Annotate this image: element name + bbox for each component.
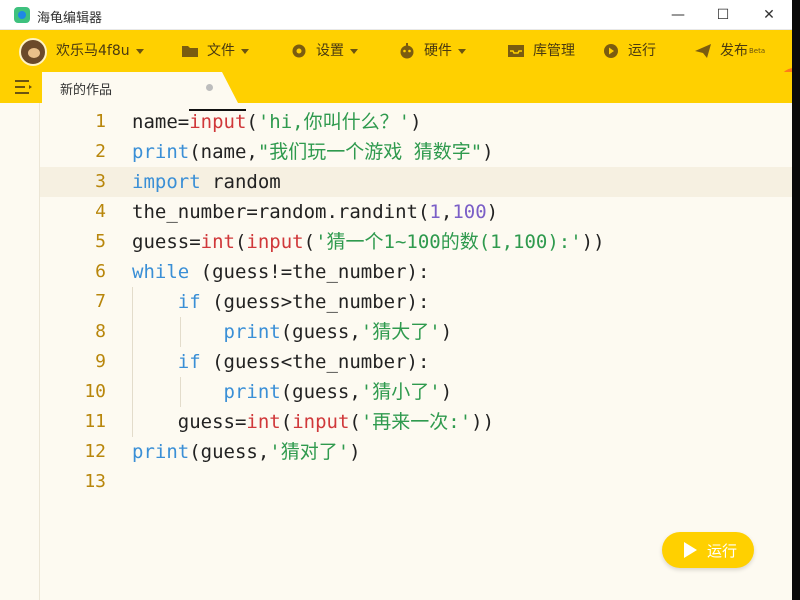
play-icon <box>684 542 697 558</box>
file-menu[interactable]: 文件 <box>181 30 249 72</box>
code-text: guess=int(input('再来一次:')) <box>177 411 495 433</box>
line-number: 1 <box>95 111 106 132</box>
line-number: 8 <box>95 321 106 342</box>
indent-guide <box>180 377 181 407</box>
code-text: print(name,"我们玩一个游戏 猜数字") <box>132 141 494 163</box>
code-line-current: 3 import random <box>40 167 792 197</box>
code-text: if (guess>the_number): <box>177 291 430 313</box>
library-menu-label: 库管理 <box>533 43 575 59</box>
code-line: 9 if (guess<the_number): <box>40 347 792 377</box>
window-right-edge <box>792 0 800 600</box>
window-titlebar: 海龟编辑器 — ☐ ✕ <box>0 0 800 30</box>
run-menu-label: 运行 <box>628 43 656 59</box>
code-editor[interactable]: 1 name=input('hi,你叫什么？') 2 print(name,"我… <box>40 103 792 600</box>
code-line: 12 print(guess,'猜对了') <box>40 437 792 467</box>
code-line: 7 if (guess>the_number): <box>40 287 792 317</box>
play-circle-icon <box>604 44 618 58</box>
robot-icon <box>400 43 414 59</box>
code-text: print(guess,'猜对了') <box>132 441 361 463</box>
line-number: 10 <box>84 381 106 402</box>
code-line: 6 while (guess!=the_number): <box>40 257 792 287</box>
hardware-menu[interactable]: 硬件 <box>398 30 466 72</box>
run-button-label: 运行 <box>707 542 738 560</box>
code-line: 11 guess=int(input('再来一次:')) <box>40 407 792 437</box>
settings-menu[interactable]: 设置 <box>290 30 358 72</box>
line-number: 12 <box>84 441 106 462</box>
publish-menu[interactable]: 发布Beta <box>694 30 765 72</box>
window-title: 海龟编辑器 <box>37 11 103 26</box>
tab-label: 新的作品 <box>60 83 113 98</box>
settings-menu-label: 设置 <box>316 43 344 59</box>
maximize-button[interactable]: ☐ <box>700 0 746 30</box>
code-line: 2 print(name,"我们玩一个游戏 猜数字") <box>40 137 792 167</box>
code-text: import random <box>132 171 281 193</box>
avatar[interactable] <box>19 38 47 66</box>
close-button[interactable]: ✕ <box>746 0 792 30</box>
line-number: 2 <box>95 141 106 162</box>
code-line: 1 name=input('hi,你叫什么？') <box>40 107 792 137</box>
code-line: 5 guess=int(input('猜一个1~100的数(1,100):')) <box>40 227 792 257</box>
user-menu[interactable]: 欢乐马4f8u <box>56 30 144 72</box>
line-number: 7 <box>95 291 106 312</box>
paper-plane-icon <box>695 44 711 58</box>
line-number: 4 <box>95 201 106 222</box>
beta-badge: Beta <box>749 47 766 55</box>
line-number: 11 <box>84 411 106 432</box>
run-button[interactable]: 运行 <box>662 532 754 568</box>
menu-collapse-icon[interactable] <box>15 80 33 94</box>
code-text: if (guess<the_number): <box>177 351 430 373</box>
indent-guide <box>132 287 133 437</box>
line-number: 3 <box>95 171 106 192</box>
code-text: guess=int(input('猜一个1~100的数(1,100):')) <box>132 231 605 253</box>
line-number: 9 <box>95 351 106 372</box>
tab-bar: 新的作品 <box>0 72 800 103</box>
line-number: 6 <box>95 261 106 282</box>
chevron-down-icon <box>135 48 144 54</box>
line-number: 5 <box>95 231 106 252</box>
code-line: 10 print(guess,'猜小了') <box>40 377 792 407</box>
tab-new-work[interactable]: 新的作品 <box>42 72 238 103</box>
code-text: the_number=random.randint(1,100) <box>132 201 499 223</box>
hardware-menu-label: 硬件 <box>424 43 452 59</box>
app-logo-icon <box>14 7 30 23</box>
chevron-down-icon <box>241 48 249 54</box>
indent-guide <box>180 317 181 347</box>
publish-menu-label: 发布 <box>720 43 748 59</box>
chevron-down-icon <box>350 48 358 54</box>
user-name: 欢乐马4f8u <box>56 43 130 59</box>
code-line: 13 <box>40 467 792 497</box>
line-number: 13 <box>84 471 106 492</box>
gear-icon <box>292 44 306 58</box>
library-menu[interactable]: 库管理 <box>507 30 575 72</box>
folder-icon <box>182 46 198 57</box>
code-line: 4 the_number=random.randint(1,100) <box>40 197 792 227</box>
unsaved-dot-icon <box>206 84 213 91</box>
minimize-button[interactable]: — <box>655 0 701 30</box>
chevron-down-icon <box>458 48 466 54</box>
menubar: 欢乐马4f8u 文件 设置 硬件 库管理 运行 发布Beta <box>0 30 800 98</box>
code-text: name=input('hi,你叫什么？') <box>132 109 422 133</box>
run-menu[interactable]: 运行 <box>602 30 656 72</box>
left-gutter-strip <box>0 103 40 600</box>
inbox-icon <box>508 45 524 57</box>
code-text: while (guess!=the_number): <box>132 261 430 283</box>
file-menu-label: 文件 <box>207 43 235 59</box>
code-line: 8 print(guess,'猜大了') <box>40 317 792 347</box>
